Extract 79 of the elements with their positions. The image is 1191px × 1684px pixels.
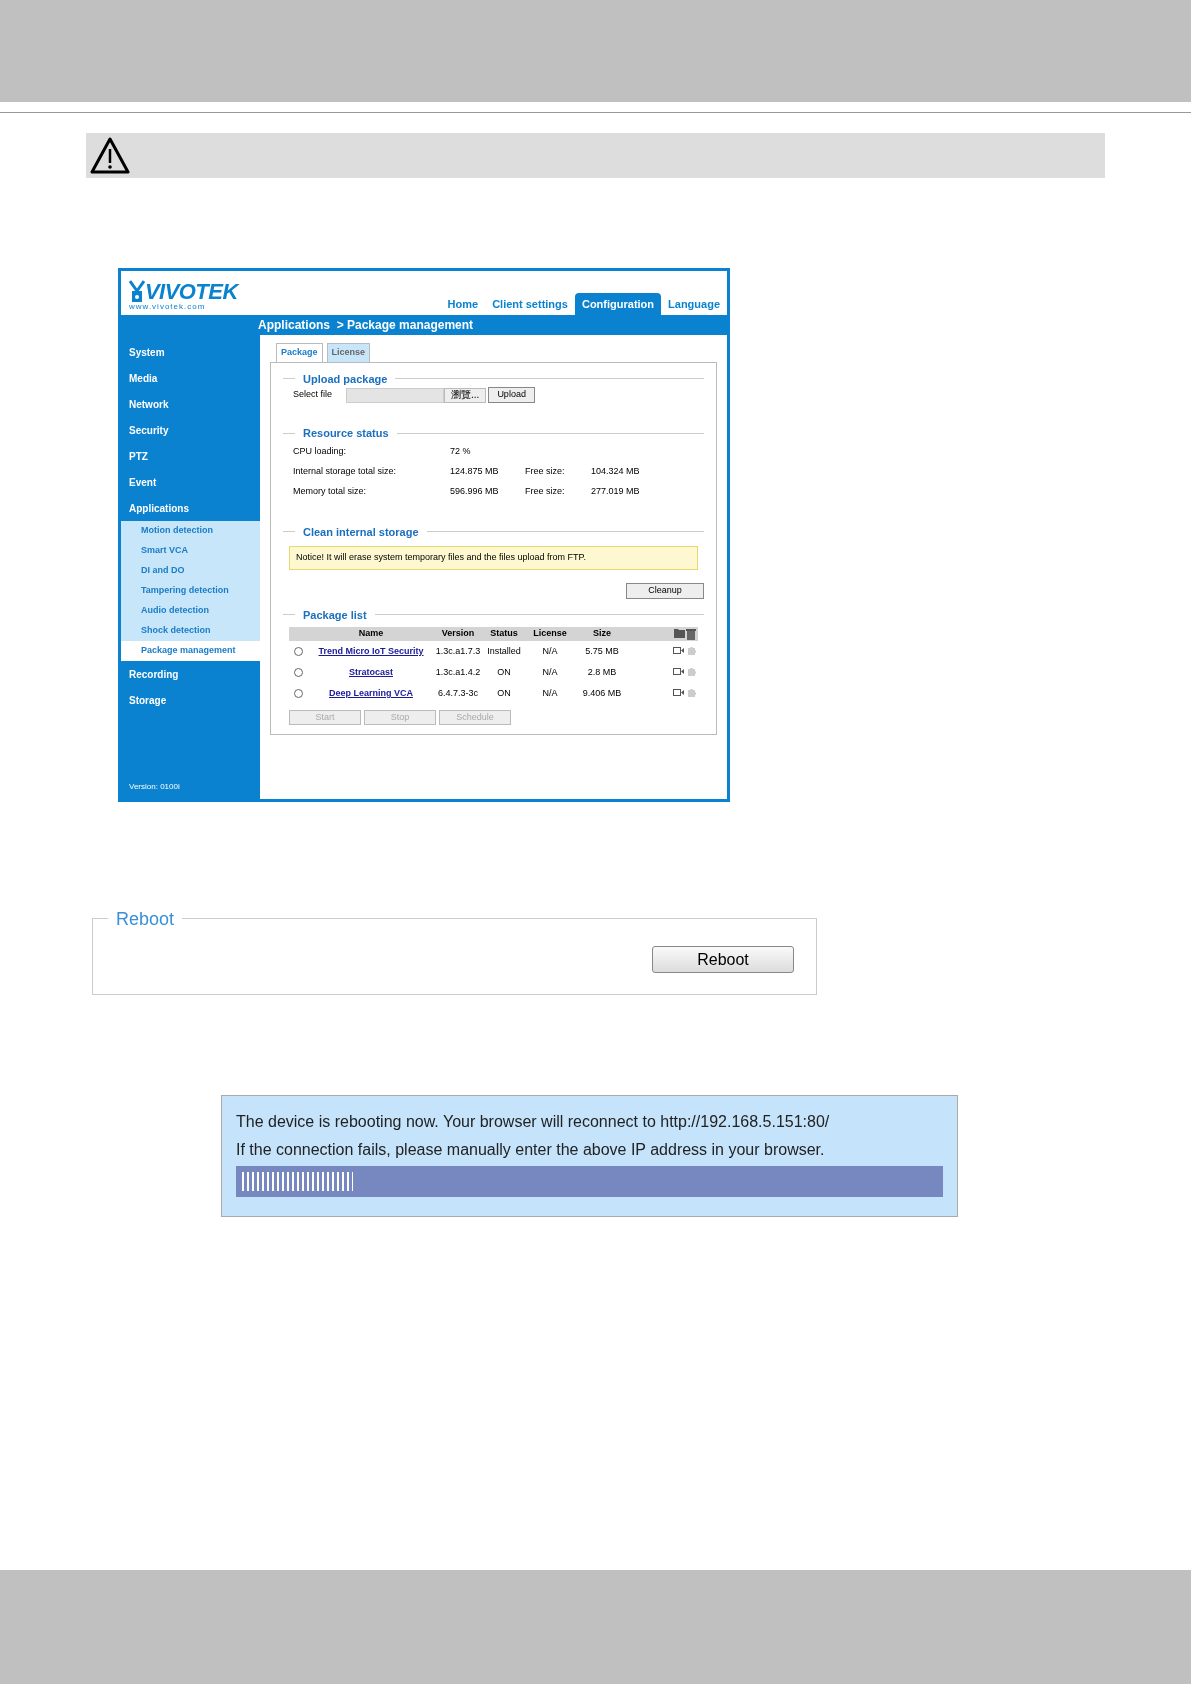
- table-cell-text: 2.8 MB: [586, 665, 618, 679]
- table-cell-text: Installed: [486, 644, 522, 658]
- logo-text: VIVOTEK: [145, 281, 238, 303]
- package-link[interactable]: Deep Learning VCA: [329, 686, 413, 701]
- sidebar-item[interactable]: Storage: [121, 687, 260, 713]
- section-title: Package list: [303, 607, 367, 623]
- sidebar-item[interactable]: Event: [121, 469, 260, 495]
- sidebar-subitem[interactable]: Package management: [121, 641, 260, 661]
- cleanup-button[interactable]: Cleanup: [626, 582, 704, 599]
- package-link[interactable]: Stratocast: [349, 665, 393, 680]
- sidebar-subitem[interactable]: DI and DO: [121, 561, 260, 581]
- section-title: Upload package: [303, 371, 388, 387]
- breadcrumb-bar: Applications > Package management: [121, 315, 727, 335]
- nav-tab[interactable]: Home: [440, 292, 486, 315]
- sidebar-subitem[interactable]: Audio detection: [121, 601, 260, 621]
- camera-icon[interactable]: [673, 668, 684, 675]
- trash-icon: [686, 628, 696, 640]
- nav-tab[interactable]: Language: [661, 292, 727, 315]
- table-cell-text: ON: [496, 686, 512, 700]
- reboot-button[interactable]: Reboot: [652, 946, 794, 973]
- table-cell-text: N/A: [541, 686, 559, 700]
- column-header: Version: [440, 627, 476, 641]
- sidebar-item[interactable]: Media: [121, 365, 260, 391]
- folder-icon: [674, 628, 685, 638]
- resource-value: 124.875 MB: [450, 464, 500, 478]
- tab[interactable]: Package: [276, 343, 323, 362]
- resource-label: Free size:: [525, 464, 566, 478]
- camera-icon[interactable]: [673, 647, 684, 654]
- table-cell-text: 6.4.7.3-3c: [437, 686, 479, 700]
- version-text: Version: 0100i: [128, 781, 181, 793]
- sidebar-item[interactable]: Network: [121, 391, 260, 417]
- section-title: Resource status: [303, 426, 389, 441]
- nav-tab[interactable]: Client settings: [485, 292, 575, 315]
- table-cell-text: 1.3c.a1.7.3: [435, 644, 481, 658]
- tab[interactable]: License: [326, 343, 371, 362]
- sidebar-item[interactable]: System: [121, 339, 260, 365]
- column-header: License: [532, 627, 568, 641]
- resource-value: 104.324 MB: [591, 464, 640, 478]
- resource-value: 72 %: [450, 444, 472, 458]
- logo-url: www.vivotek.com: [129, 303, 207, 311]
- resource-label: Internal storage total size:: [293, 464, 398, 478]
- sidebar-subitem[interactable]: Shock detection: [121, 621, 260, 641]
- table-cell-text: N/A: [541, 644, 559, 658]
- logo-icon: [129, 279, 145, 303]
- field-label: Select file: [293, 388, 333, 402]
- sidebar-item[interactable]: Security: [121, 417, 260, 443]
- radio-button[interactable]: [293, 647, 303, 656]
- table-cell-text: 1.3c.a1.4.2: [435, 665, 481, 679]
- table-cell-text: ON: [496, 665, 512, 679]
- warning-icon: [90, 136, 130, 175]
- upload-button[interactable]: Upload: [488, 387, 535, 403]
- resource-value: 596.996 MB: [450, 484, 500, 498]
- column-header: Name: [357, 627, 385, 641]
- radio-button[interactable]: [293, 668, 303, 677]
- resource-label: Free size:: [525, 484, 566, 498]
- resource-label: CPU loading:: [293, 444, 348, 458]
- table-cell-text: N/A: [541, 665, 559, 679]
- sidebar-item[interactable]: Applications: [121, 495, 260, 521]
- browse-button[interactable]: 瀏覽...: [444, 387, 487, 403]
- table-cell-text: 9.406 MB: [581, 686, 623, 700]
- resource-label: Memory total size:: [293, 484, 368, 498]
- status-message: If the connection fails, please manually enter the above IP address in your browser.: [236, 1140, 826, 1160]
- sidebar-subitem[interactable]: Motion detection: [121, 521, 260, 541]
- column-header: Size: [592, 627, 612, 641]
- notice-banner: Notice! It will erase system temporary files and the files upload from FTP.: [289, 546, 698, 570]
- nav-tab[interactable]: Configuration: [574, 292, 662, 315]
- resource-value: 277.019 MB: [591, 484, 640, 498]
- file-path-field[interactable]: [346, 387, 445, 403]
- package-link[interactable]: Trend Micro IoT Security: [318, 644, 424, 659]
- status-message: The device is rebooting now. Your browser will reconnect to http://192.168.5.151:80/: [236, 1112, 831, 1132]
- camera-icon[interactable]: [673, 689, 684, 696]
- section-title: Clean internal storage: [303, 524, 419, 540]
- sidebar-subitem[interactable]: Tampering detection: [121, 581, 260, 601]
- table-cell-text: 5.75 MB: [584, 644, 620, 658]
- sidebar-subitem[interactable]: Smart VCA: [121, 541, 260, 561]
- column-header: Status: [489, 627, 519, 641]
- radio-button[interactable]: [293, 689, 303, 698]
- sidebar-item[interactable]: Recording: [121, 661, 260, 687]
- sidebar-item[interactable]: PTZ: [121, 443, 260, 469]
